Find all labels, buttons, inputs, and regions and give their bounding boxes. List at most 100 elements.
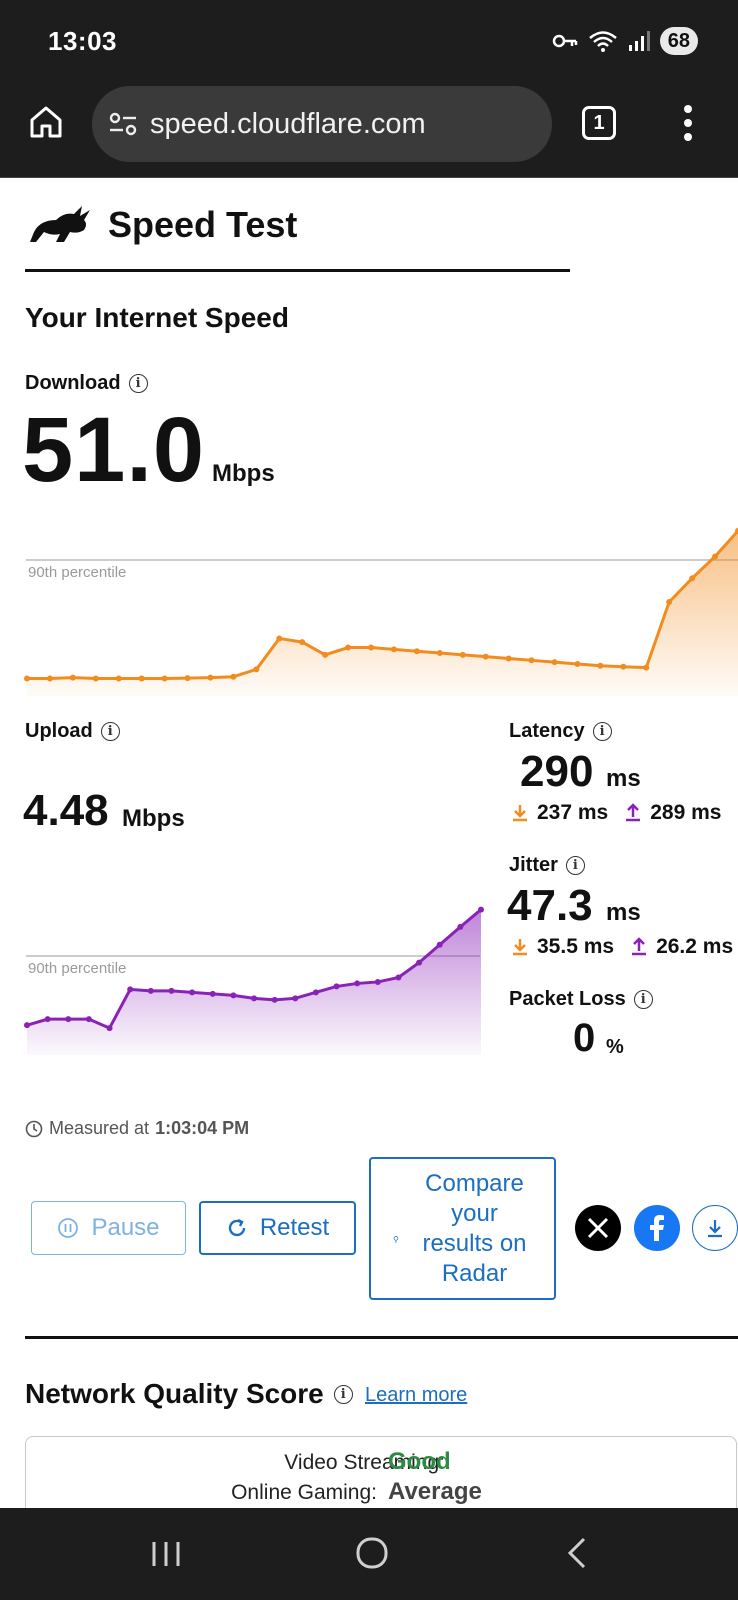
latency-down-value: 237 ms	[537, 801, 609, 824]
x-logo-icon	[587, 1217, 609, 1239]
upload-chart-point	[147, 987, 154, 994]
download-chart-point	[689, 575, 696, 582]
status-time: 13:03	[48, 26, 117, 56]
info-icon[interactable]: i	[100, 722, 120, 741]
home-icon[interactable]	[28, 104, 64, 140]
upload-label: Upload i	[25, 720, 120, 743]
upload-chart-point	[85, 1016, 92, 1023]
upload-chart-point	[44, 1016, 51, 1023]
download-chart: 90th percentile	[24, 527, 738, 696]
clock-icon	[25, 1120, 43, 1137]
upload-chart: 90th percentile	[24, 906, 484, 1055]
jitter-value: 47.3	[507, 881, 593, 930]
latency-label-text: Latency	[509, 720, 585, 742]
download-chart-point	[276, 635, 283, 642]
download-chart-point	[230, 673, 237, 680]
download-icon	[708, 1220, 722, 1238]
key-icon	[552, 34, 577, 48]
jitter-label: Jitter i	[509, 854, 585, 877]
upload-chart-point	[209, 990, 216, 997]
upload-series	[24, 906, 484, 1055]
download-chart-point	[322, 651, 329, 658]
download-chart-point	[253, 666, 260, 673]
measured-at: Measured at 1:03:04 PM	[25, 1118, 249, 1139]
latency-up-value: 289 ms	[650, 801, 722, 824]
upload-chart-point	[333, 983, 340, 990]
latency-unit: ms	[606, 765, 641, 792]
info-icon[interactable]: i	[633, 990, 653, 1009]
upload-chart-point	[436, 941, 443, 948]
address-bar[interactable]: speed.cloudflare.com	[92, 86, 552, 162]
download-chart-point	[368, 644, 375, 651]
browser-toolbar: speed.cloudflare.com 1	[0, 86, 738, 178]
url-text: speed.cloudflare.com	[150, 107, 426, 140]
system-nav-bar	[0, 1508, 738, 1600]
upload-chart-point	[251, 995, 257, 1002]
download-label-text: Download	[25, 372, 121, 394]
share-x-button[interactable]	[575, 1205, 621, 1251]
site-settings-icon[interactable]	[108, 111, 138, 137]
nq-row-value: Good	[388, 1448, 451, 1475]
page-title: Speed Test	[108, 204, 298, 245]
upload-chart-point	[168, 987, 175, 994]
nq-row-value: Average	[388, 1478, 482, 1505]
facebook-logo-icon	[650, 1215, 664, 1241]
info-icon[interactable]: i	[592, 722, 612, 741]
info-icon[interactable]: i	[565, 856, 585, 875]
download-chart-point	[643, 664, 650, 671]
packet-loss-value: 0	[573, 1016, 596, 1060]
jitter-label-text: Jitter	[509, 854, 558, 876]
rabbit-logo-icon	[30, 206, 90, 242]
download-chart-point	[413, 648, 420, 655]
retest-button[interactable]: Retest	[199, 1201, 356, 1255]
home-nav-icon[interactable]	[355, 1536, 389, 1570]
nq-row-label: Online Gaming:	[231, 1481, 377, 1504]
download-chart-point	[390, 646, 397, 653]
download-chart-point	[666, 599, 673, 605]
section-divider	[25, 1336, 738, 1339]
upload-label-text: Upload	[25, 720, 93, 742]
jitter-breakdown: 35.5 ms 26.2 ms	[511, 935, 733, 959]
download-chart-point	[551, 659, 558, 666]
refresh-icon	[228, 1218, 246, 1237]
upload-arrow-icon	[632, 937, 647, 956]
pause-button[interactable]: Pause	[31, 1201, 186, 1255]
download-chart-point	[574, 660, 581, 667]
radar-icon: ⚲	[393, 1235, 399, 1244]
compare-radar-button[interactable]: ⚲ Compare your results on Radar	[369, 1157, 556, 1300]
more-menu-icon[interactable]	[682, 104, 694, 142]
pause-icon	[58, 1218, 79, 1238]
jitter-up-value: 26.2 ms	[656, 935, 734, 958]
packet-loss-label-text: Packet Loss	[509, 988, 626, 1010]
upload-unit: Mbps	[122, 805, 185, 832]
download-results-button[interactable]	[692, 1205, 738, 1251]
download-chart-point	[436, 650, 443, 657]
jitter-unit: ms	[606, 899, 641, 926]
download-chart-point	[161, 675, 168, 682]
share-facebook-button[interactable]	[634, 1205, 680, 1251]
status-icons: 68	[552, 27, 698, 55]
network-quality-header: Network Quality Score i	[25, 1378, 353, 1410]
download-chart-point	[620, 663, 627, 670]
download-label: Download i	[25, 372, 148, 395]
network-quality-title: Network Quality Score	[25, 1378, 324, 1409]
recent-apps-icon[interactable]	[150, 1540, 182, 1568]
upload-chart-point	[292, 995, 299, 1002]
upload-chart-point	[127, 986, 134, 993]
info-icon[interactable]: i	[333, 1384, 353, 1404]
download-arrow-icon	[513, 805, 527, 822]
download-chart-point	[69, 674, 76, 681]
upload-chart-point	[354, 980, 361, 987]
tab-switcher-button[interactable]: 1	[582, 106, 616, 140]
section-title: Your Internet Speed	[25, 302, 289, 333]
packet-loss-label: Packet Loss i	[509, 988, 653, 1011]
learn-more-link[interactable]: Learn more	[365, 1384, 467, 1407]
download-chart-point	[528, 657, 535, 664]
download-series	[24, 527, 738, 696]
info-icon[interactable]: i	[128, 374, 148, 393]
download-chart-point	[138, 675, 145, 682]
latency-breakdown: 237 ms 289 ms	[511, 801, 721, 825]
jitter-down-value: 35.5 ms	[537, 935, 615, 958]
back-icon[interactable]	[566, 1536, 588, 1570]
download-chart-point	[712, 553, 719, 560]
